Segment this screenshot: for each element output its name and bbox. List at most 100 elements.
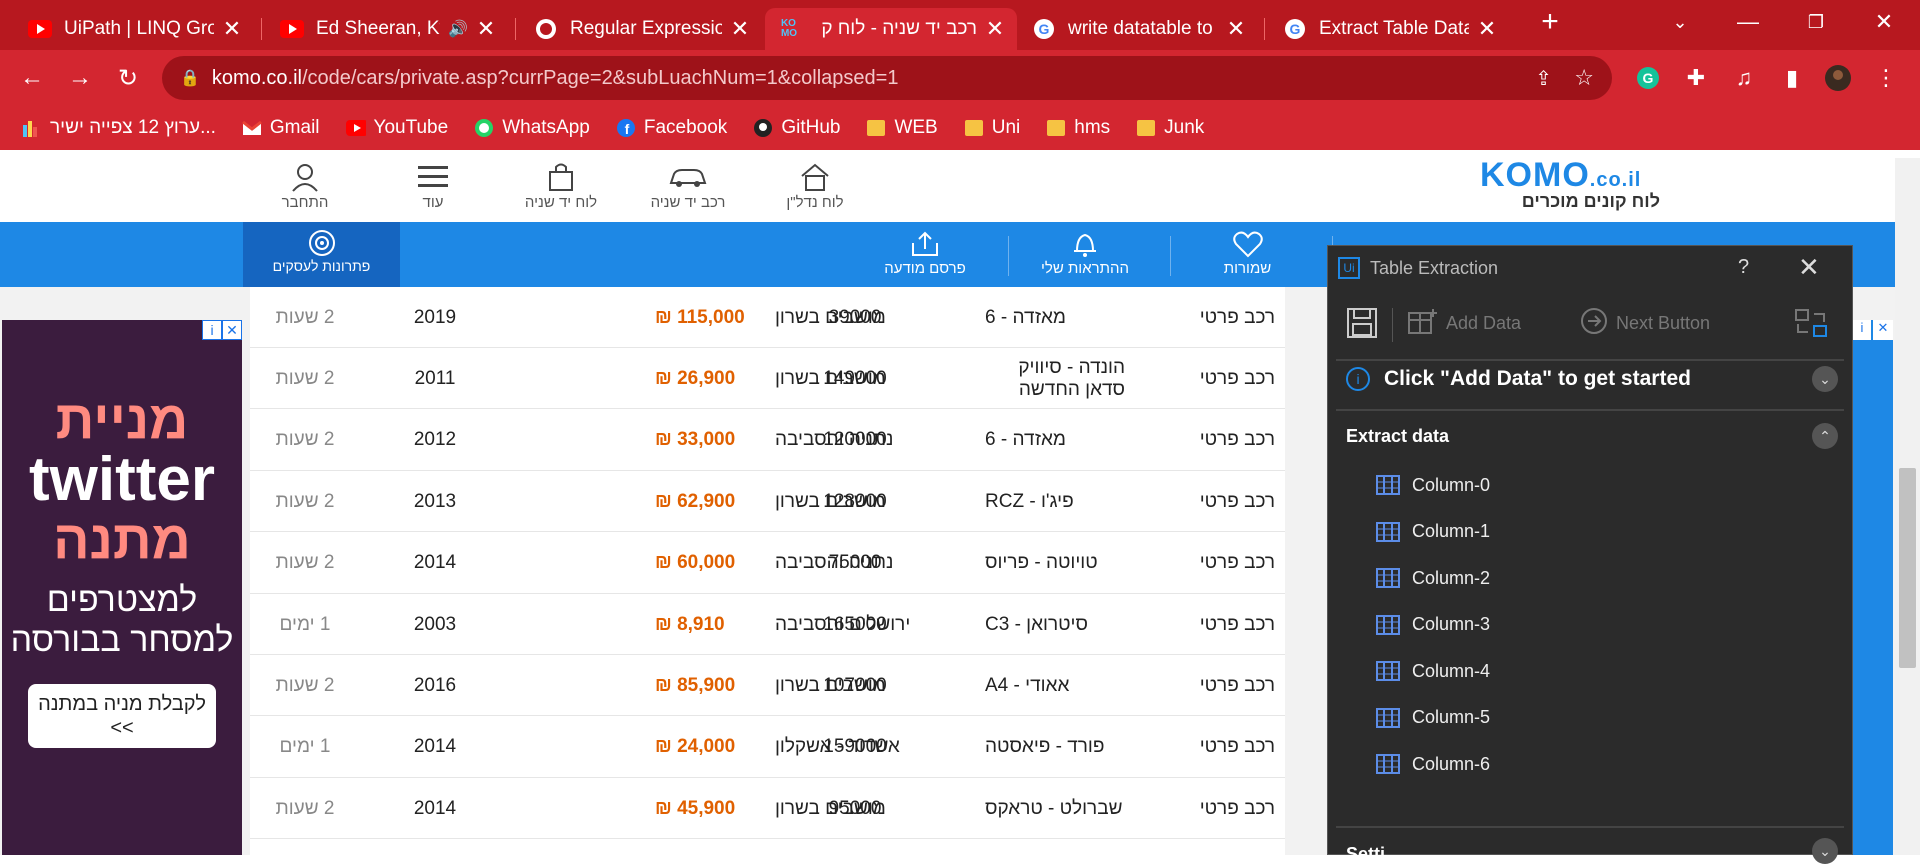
close-icon[interactable]: ✕ bbox=[1873, 320, 1893, 340]
bookmark-folder-uni[interactable]: Uni bbox=[964, 117, 1020, 139]
close-icon[interactable]: ✕ bbox=[222, 320, 242, 340]
bookmark-folder-junk[interactable]: Junk bbox=[1136, 117, 1204, 139]
listing-age: 2 שעות bbox=[275, 490, 335, 512]
close-icon[interactable]: ✕ bbox=[222, 16, 242, 42]
close-icon[interactable]: ✕ bbox=[730, 16, 750, 42]
column-label: Column-5 bbox=[1412, 707, 1491, 727]
table-row[interactable]: רכב פרטי אאודי - A4 מושבים בשרון 107000 85,9… bbox=[250, 655, 1285, 717]
grammarly-icon[interactable]: G bbox=[1634, 64, 1662, 92]
nav-login[interactable]: התחבר bbox=[255, 160, 355, 211]
info-icon[interactable]: i bbox=[1853, 320, 1871, 340]
close-icon[interactable]: ✕ bbox=[985, 16, 1005, 42]
reload-button[interactable]: ↻ bbox=[110, 60, 146, 96]
table-row[interactable]: רכב פרטי הונדה - סיוויק סדאן החדשה מושבים … bbox=[250, 348, 1285, 410]
get-started-section[interactable]: i Click "Add Data" to get started ⌄ bbox=[1328, 356, 1852, 402]
bookmark-youtube[interactable]: YouTube bbox=[345, 117, 448, 139]
avatar[interactable] bbox=[1824, 64, 1852, 92]
star-icon[interactable]: ☆ bbox=[1574, 65, 1594, 91]
column-item[interactable]: Column-1 bbox=[1376, 515, 1490, 549]
nav-used-cars[interactable]: רכב יד שניה bbox=[638, 160, 738, 211]
close-icon[interactable]: ✕ bbox=[1477, 16, 1497, 42]
table-row[interactable]: רכב פרטי מאזדה - 6 מושבים בשרון 39000 115,00… bbox=[250, 287, 1285, 348]
column-item[interactable]: Column-6 bbox=[1376, 747, 1490, 781]
side-ad[interactable]: i ✕ bbox=[1853, 320, 1893, 855]
forward-button[interactable]: → bbox=[62, 60, 98, 96]
new-tab-button[interactable]: + bbox=[1520, 0, 1580, 44]
page-scrollbar[interactable] bbox=[1895, 158, 1920, 855]
chevron-up-icon[interactable]: ⌃ bbox=[1812, 423, 1838, 449]
ad-banner[interactable]: i ✕ מניית twitter מתנה למצטרפים למסחר בב… bbox=[2, 320, 242, 855]
close-window-button[interactable]: ✕ bbox=[1854, 0, 1914, 44]
column-item[interactable]: Column-2 bbox=[1376, 561, 1490, 595]
table-row[interactable]: רכב פרטי פיג'ו - RCZ מושבים בשרון 128000 62,… bbox=[250, 471, 1285, 533]
table-row[interactable]: רכב פרטי סיטרואן - C3 ירושלים והסביבה 16500… bbox=[250, 594, 1285, 655]
scrollbar-thumb[interactable] bbox=[1899, 468, 1916, 668]
column-icon bbox=[1376, 521, 1400, 542]
column-label: Column-3 bbox=[1412, 614, 1491, 634]
listing-year: 2003 bbox=[413, 613, 457, 635]
upload-icon bbox=[880, 228, 970, 260]
info-icon[interactable]: i bbox=[202, 320, 222, 340]
google-icon: G bbox=[1032, 17, 1056, 41]
business-solutions-button[interactable]: פתרונות לעסקים bbox=[243, 222, 400, 287]
media-control-icon[interactable]: ♫ bbox=[1730, 64, 1758, 92]
column-icon bbox=[1376, 614, 1400, 635]
close-icon[interactable]: ✕ bbox=[1798, 252, 1820, 283]
listing-age: 2 שעות bbox=[275, 367, 335, 389]
bookmark-folder-hms[interactable]: hms bbox=[1046, 117, 1110, 139]
table-row[interactable]: רכב פרטי טויוטה - פריוס נתניה והסביבה 75000… bbox=[250, 533, 1285, 594]
bookmark-n12[interactable]: ערוץ 12 צפייה ישיר... bbox=[22, 117, 216, 139]
listing-year: 2012 bbox=[413, 429, 457, 451]
tab-extract-table[interactable]: G Extract Table Data v ✕ bbox=[1271, 8, 1509, 50]
bookmark-facebook[interactable]: f Facebook bbox=[616, 117, 727, 139]
listing-year: 2014 bbox=[413, 797, 457, 819]
ad-cta-button[interactable]: לקבלת מניה במתנה << bbox=[28, 684, 216, 748]
listing-type: רכב פרטי bbox=[1199, 674, 1275, 696]
column-item[interactable]: Column-4 bbox=[1376, 654, 1490, 688]
chevron-down-icon[interactable]: ⌄ bbox=[1812, 366, 1838, 392]
help-icon[interactable]: ? bbox=[1738, 256, 1749, 279]
tab-komo[interactable]: KO MO רכב יד שניה - לוח ק ✕ bbox=[765, 8, 1017, 50]
nav-second-hand-board[interactable]: לוח יד שניה bbox=[511, 160, 611, 211]
tab-ed-sheeran[interactable]: Ed Sheeran, Kyg 🔊 ✕ bbox=[268, 8, 508, 50]
my-alerts-button[interactable]: ההתראות שלי bbox=[1040, 228, 1130, 277]
extract-data-title: Extract data bbox=[1346, 425, 1450, 446]
close-icon[interactable]: ✕ bbox=[1226, 16, 1246, 42]
column-item[interactable]: Column-5 bbox=[1376, 701, 1490, 735]
tab-uipath[interactable]: UiPath | LINQ Group ✕ bbox=[16, 8, 254, 50]
bookmark-folder-web[interactable]: WEB bbox=[866, 117, 938, 139]
share-icon[interactable]: ⇪ bbox=[1535, 66, 1552, 91]
table-row[interactable]: רכב פרטי מאזדה - 6 נתניה והסביבה 120000 33,0… bbox=[250, 410, 1285, 471]
more-menu-icon[interactable]: ⋮ bbox=[1872, 64, 1900, 92]
side-panel-icon[interactable]: ▮ bbox=[1778, 64, 1806, 92]
bookmark-whatsapp[interactable]: WhatsApp bbox=[474, 117, 590, 139]
refresh-icon[interactable] bbox=[1794, 306, 1828, 340]
komo-logo[interactable]: KOMO.co.il לוח קונים מוכרים bbox=[1480, 156, 1660, 212]
chevron-down-icon[interactable]: ⌄ bbox=[1812, 838, 1838, 864]
nav-more[interactable]: עוד bbox=[383, 160, 483, 211]
next-button-button[interactable]: Next Button bbox=[1580, 306, 1710, 340]
tab-search-icon[interactable]: ⌄ bbox=[1650, 0, 1710, 44]
back-button[interactable]: ← bbox=[14, 60, 50, 96]
listing-type: רכב פרטי bbox=[1199, 367, 1275, 389]
column-item[interactable]: Column-0 bbox=[1376, 468, 1490, 502]
extract-data-section[interactable]: Extract data ⌃ bbox=[1328, 416, 1852, 456]
speaker-icon[interactable]: 🔊 bbox=[448, 19, 468, 39]
extensions-icon[interactable]: ✚ bbox=[1682, 64, 1710, 92]
tab-regex[interactable]: Regular Expressions ✕ bbox=[522, 8, 762, 50]
saved-button[interactable]: שמורות bbox=[1210, 228, 1285, 277]
table-row[interactable]: רכב פרטי שברולט - טראקס מושבים בשרון 95000 4… bbox=[250, 778, 1285, 840]
save-button[interactable] bbox=[1346, 306, 1378, 340]
table-row[interactable]: רכב פרטי פורד - פיאסטה אשדוד - אשקלון 15900… bbox=[250, 717, 1285, 778]
tab-datatable[interactable]: G write datatable to e ✕ bbox=[1020, 8, 1258, 50]
address-bar[interactable]: 🔒 komo.co.il/code/cars/private.asp?currP… bbox=[162, 56, 1612, 100]
minimize-button[interactable]: — bbox=[1718, 0, 1778, 44]
bookmark-github[interactable]: GitHub bbox=[753, 117, 840, 139]
restore-button[interactable]: ❐ bbox=[1786, 0, 1846, 44]
close-icon[interactable]: ✕ bbox=[476, 16, 496, 42]
nav-real-estate[interactable]: לוח נדל"ן bbox=[765, 160, 865, 211]
column-item[interactable]: Column-3 bbox=[1376, 608, 1490, 642]
publish-ad-button[interactable]: פרסם מודעה bbox=[880, 228, 970, 277]
bookmark-gmail[interactable]: Gmail bbox=[241, 117, 320, 139]
add-data-button[interactable]: Add Data bbox=[1408, 306, 1521, 340]
